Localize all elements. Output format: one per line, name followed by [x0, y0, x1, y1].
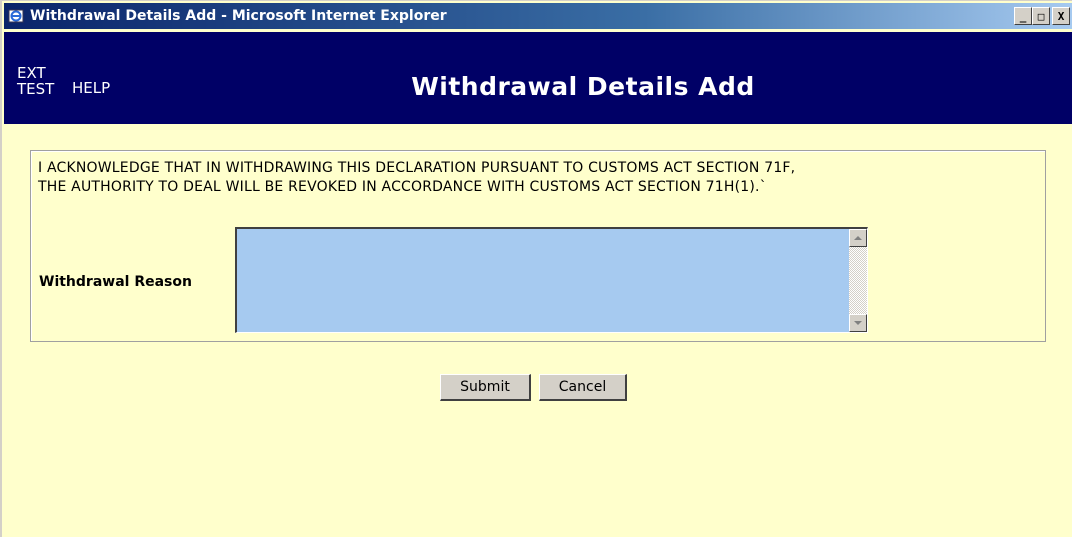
- scroll-down-icon: [854, 321, 862, 325]
- maximize-icon: □: [1037, 9, 1045, 23]
- page-title: Withdrawal Details Add: [411, 72, 755, 101]
- scroll-down-button[interactable]: [849, 314, 867, 332]
- cancel-button[interactable]: Cancel: [539, 374, 627, 401]
- content-area: I ACKNOWLEDGE THAT IN WITHDRAWING THIS D…: [4, 124, 1072, 537]
- scroll-up-button[interactable]: [849, 229, 867, 247]
- submit-button[interactable]: Submit: [440, 374, 531, 401]
- minimize-button[interactable]: _: [1014, 7, 1032, 25]
- acknowledgement-text: I ACKNOWLEDGE THAT IN WITHDRAWING THIS D…: [38, 160, 796, 195]
- scroll-up-icon: [854, 236, 862, 240]
- withdrawal-reason-label: Withdrawal Reason: [39, 274, 192, 290]
- withdrawal-reason-input[interactable]: [237, 229, 854, 336]
- minimize-icon: _: [1019, 9, 1027, 23]
- internet-explorer-icon: [8, 9, 24, 23]
- withdrawal-reason-field: [235, 227, 868, 336]
- window-controls: _ □ X: [1014, 7, 1070, 25]
- form-actions: Submit Cancel: [440, 374, 627, 401]
- window-title: Withdrawal Details Add - Microsoft Inter…: [30, 8, 447, 24]
- browser-window: Withdrawal Details Add - Microsoft Inter…: [0, 0, 1072, 537]
- title-bar[interactable]: Withdrawal Details Add - Microsoft Inter…: [4, 3, 1072, 29]
- reason-scrollbar[interactable]: [849, 229, 867, 332]
- close-button[interactable]: X: [1052, 7, 1070, 25]
- maximize-button[interactable]: □: [1032, 7, 1050, 25]
- withdrawal-form: I ACKNOWLEDGE THAT IN WITHDRAWING THIS D…: [30, 150, 1046, 342]
- page-header: EXT TEST HELP Withdrawal Details Add: [4, 32, 1072, 124]
- close-icon: X: [1057, 9, 1065, 23]
